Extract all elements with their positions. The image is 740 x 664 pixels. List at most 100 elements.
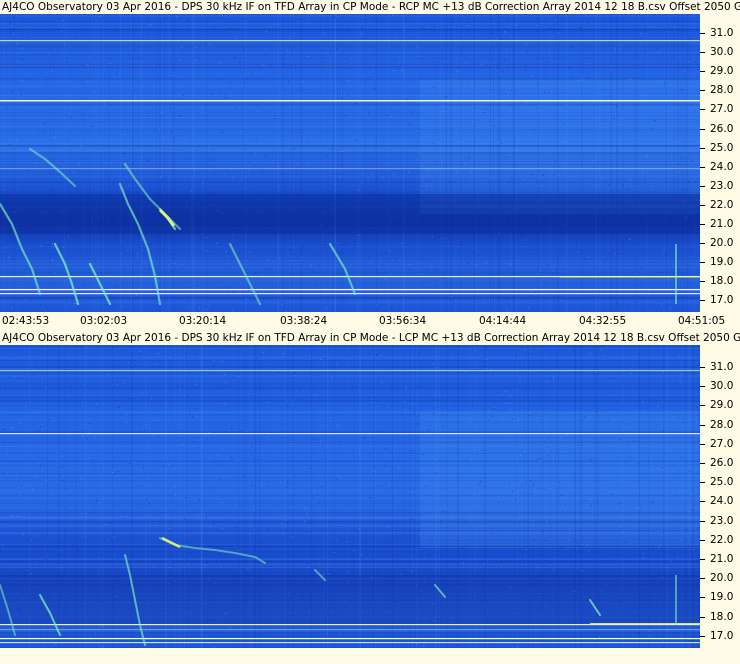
noise-speckle (140, 469, 141, 471)
noise-speckle (45, 387, 47, 389)
noise-speckle (196, 59, 198, 61)
noise-speckle (324, 246, 326, 248)
noise-speckle (88, 457, 90, 459)
noise-speckle (77, 549, 79, 551)
noise-speckle (16, 139, 18, 141)
noise-speckle (594, 511, 596, 513)
noise-speckle (480, 480, 482, 482)
noise-speckle (468, 157, 470, 159)
noise-speckle (51, 70, 53, 72)
noise-column (445, 14, 447, 312)
noise-speckle (16, 474, 18, 476)
noise-speckle (52, 260, 54, 262)
noise-speckle (248, 169, 250, 171)
noise-speckle (88, 21, 90, 23)
noise-speckle (225, 266, 227, 268)
noise-speckle (209, 44, 211, 46)
noise-speckle (207, 345, 209, 347)
noise-speckle (688, 61, 690, 63)
noise-speckle (133, 48, 135, 50)
noise-speckle (126, 421, 128, 423)
noise-speckle (541, 415, 543, 417)
noise-speckle (136, 365, 138, 367)
noise-speckle (371, 192, 373, 194)
noise-speckle (225, 385, 227, 387)
noise-speckle (523, 180, 525, 182)
noise-speckle (187, 19, 189, 21)
noise-speckle (83, 384, 85, 386)
noise-speckle (132, 408, 134, 410)
noise-column (202, 14, 204, 312)
noise-speckle (319, 502, 321, 504)
noise-speckle (380, 255, 382, 257)
noise-speckle (637, 134, 639, 136)
noise-speckle (434, 169, 436, 171)
noise-speckle (61, 640, 63, 642)
noise-speckle (243, 287, 245, 289)
noise-speckle (172, 75, 174, 77)
noise-speckle (617, 124, 619, 126)
noise-speckle (501, 149, 503, 151)
tick-mark (700, 262, 705, 264)
noise-speckle (290, 490, 292, 492)
noise-column (540, 14, 542, 312)
noise-speckle (442, 110, 444, 112)
noise-speckle (384, 465, 386, 467)
noise-speckle (160, 176, 162, 178)
noise-speckle (285, 519, 287, 521)
noise-speckle (317, 68, 319, 70)
noise-speckle (2, 544, 4, 546)
noise-speckle (513, 454, 515, 456)
noise-speckle (144, 519, 146, 521)
noise-speckle (421, 273, 423, 275)
noise-speckle (621, 87, 623, 89)
noise-speckle (610, 493, 612, 495)
noise-speckle (657, 547, 659, 549)
noise-column (454, 14, 456, 312)
noise-speckle (108, 177, 110, 179)
noise-speckle (344, 241, 346, 243)
noise-speckle (22, 533, 24, 535)
noise-speckle (242, 59, 244, 61)
noise-speckle (81, 512, 83, 514)
noise-speckle (469, 417, 471, 419)
lcp-spectrogram[interactable] (0, 345, 700, 648)
noise-speckle (374, 470, 376, 472)
noise-speckle (190, 190, 192, 192)
noise-column (499, 14, 501, 312)
noise-speckle (396, 36, 398, 38)
noise-speckle (86, 346, 88, 348)
noise-speckle (679, 456, 681, 458)
noise-speckle (581, 26, 583, 28)
noise-speckle (547, 381, 549, 383)
noise-speckle (354, 491, 356, 493)
rfi-line-yellow (560, 276, 700, 278)
noise-speckle (634, 137, 636, 139)
noise-speckle (478, 484, 480, 486)
noise-speckle (470, 459, 472, 461)
noise-speckle (250, 395, 252, 397)
noise-speckle (58, 474, 60, 476)
noise-speckle (151, 397, 153, 399)
noise-speckle (288, 81, 290, 83)
noise-speckle (681, 284, 683, 286)
noise-speckle (199, 307, 201, 309)
noise-speckle (319, 424, 321, 426)
noise-speckle (305, 531, 307, 533)
rcp-spectrogram[interactable] (0, 14, 700, 312)
noise-speckle (590, 63, 592, 65)
noise-column (359, 14, 361, 312)
noise-speckle (127, 367, 129, 369)
noise-speckle (109, 62, 111, 64)
noise-speckle (226, 476, 228, 478)
noise-speckle (437, 367, 439, 369)
noise-speckle (628, 267, 630, 269)
noise-column (168, 14, 170, 312)
noise-speckle (472, 121, 474, 123)
noise-speckle (497, 557, 499, 559)
noise-column (610, 14, 612, 312)
noise-speckle (415, 413, 417, 415)
noise-speckle (328, 573, 330, 575)
noise-speckle (361, 181, 363, 183)
noise-speckle (82, 402, 84, 404)
